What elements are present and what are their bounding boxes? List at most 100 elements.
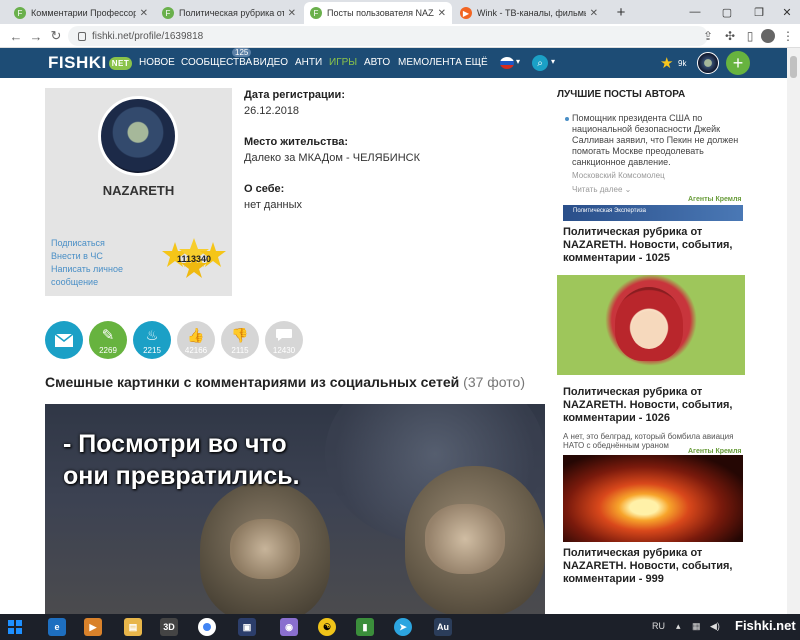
tray-arrow-icon[interactable]: ▴	[676, 621, 681, 632]
nav-item-communities[interactable]: СООБЩЕСТВА	[181, 57, 252, 68]
close-tab-icon[interactable]: ✕	[288, 8, 296, 19]
logo-net-badge: NET	[108, 57, 133, 71]
location-value: Далеко за МКАДом - ЧЕЛЯБИНСК	[244, 152, 420, 164]
forward-arrow-icon[interactable]: →	[26, 26, 46, 46]
document-app-icon[interactable]: ▮	[356, 618, 374, 636]
fishki-logo[interactable]: FISHKI NET	[48, 53, 133, 73]
star-icon[interactable]: ★	[660, 54, 673, 72]
close-tab-icon[interactable]: ✕	[438, 8, 446, 19]
sidebar-post-2-image[interactable]: Агенты Кремля	[557, 275, 745, 375]
close-window-icon[interactable]: ✕	[772, 0, 800, 24]
news-source[interactable]: Московский Комсомолец	[572, 171, 665, 180]
language-indicator[interactable]: RU	[652, 621, 665, 631]
scrollbar-thumb[interactable]	[790, 56, 797, 78]
reload-icon[interactable]: ↻	[46, 26, 66, 46]
communities-count-badge: 125	[232, 48, 252, 57]
add-post-plus-icon[interactable]: +	[726, 51, 750, 75]
write-message-link[interactable]: Написать личное	[51, 264, 123, 274]
read-more-link[interactable]: Читать далее ⌄	[572, 185, 631, 194]
volume-icon[interactable]: ◀)	[710, 621, 720, 632]
girl-face	[631, 311, 667, 349]
profile-card: NAZARETH Подписаться Внести в ЧС Написат…	[45, 88, 232, 296]
tab-title: Посты пользователя NAZARETH	[327, 8, 434, 18]
start-windows-icon[interactable]	[6, 618, 24, 636]
close-tab-icon[interactable]: ✕	[140, 8, 148, 19]
browser-tab-2[interactable]: F Политическая рубрика от NAZARETH ✕	[156, 2, 302, 24]
russia-flag-icon[interactable]	[500, 57, 514, 69]
sidebar-banner-image[interactable]: Политическая Экспертиза	[563, 205, 743, 221]
write-message-link-cont[interactable]: сообщение	[51, 277, 98, 287]
sidebar-post-2-title[interactable]: Политическая рубрика от NAZARETH. Новост…	[563, 386, 743, 425]
thumb-up-icon: 👍	[187, 326, 205, 343]
minimize-window-icon[interactable]: —	[680, 0, 710, 24]
maximize-window-icon[interactable]: ▢	[712, 0, 742, 24]
file-explorer-icon[interactable]: ▤	[124, 618, 142, 636]
monkey-left-face	[230, 519, 300, 579]
address-toolbar: ← → ↻ fishki.net/profile/1639818 ⇪ ✣ ▯ ⋮	[0, 24, 800, 48]
photo-count: (37 фото)	[463, 374, 525, 390]
user-rating: 9k	[678, 59, 687, 68]
restore-window-icon[interactable]: ❐	[744, 0, 774, 24]
chrome-icon[interactable]	[198, 618, 216, 636]
profile-avatar[interactable]	[98, 96, 178, 176]
internet-explorer-icon[interactable]: e	[48, 618, 66, 636]
windows-logo-icon	[8, 620, 22, 634]
location-label: Место жительства:	[244, 136, 348, 148]
user-avatar[interactable]	[697, 52, 719, 74]
chevron-down-icon[interactable]: ▾	[551, 57, 555, 66]
close-tab-icon[interactable]: ✕	[590, 8, 598, 19]
browser-tab-1[interactable]: F Комментарии Профессор Преображенский ✕	[8, 2, 154, 24]
extensions-puzzle-icon[interactable]: ✣	[720, 26, 740, 46]
chevron-down-icon[interactable]: ▾	[516, 57, 520, 66]
browser-tab-4[interactable]: ▶ Wink - ТВ-каналы, фильмы ✕	[454, 2, 604, 24]
sidebar-icon[interactable]: ▯	[740, 26, 760, 46]
fishki-favicon-icon: F	[162, 7, 174, 19]
audition-icon[interactable]: Au	[434, 618, 452, 636]
post-title[interactable]: Смешные картинки с комментариями из соци…	[45, 374, 525, 390]
nav-item-new[interactable]: НОВОЕ	[139, 57, 175, 68]
share-icon[interactable]: ⇪	[698, 26, 718, 46]
reg-date-label: Дата регистрации:	[244, 89, 345, 101]
sidebar-post-3-image[interactable]	[563, 455, 743, 542]
sidebar-post-1-title[interactable]: Политическая рубрика от NAZARETH. Новост…	[563, 226, 743, 265]
nav-item-more[interactable]: ЕЩЁ	[465, 57, 488, 68]
news-item[interactable]: Помощник президента США по национальной …	[565, 113, 742, 168]
message-button[interactable]	[45, 321, 83, 359]
nav-item-games[interactable]: ИГРЫ	[329, 57, 357, 68]
profile-username: NAZARETH	[102, 183, 175, 198]
sidebar-post-3-title[interactable]: Политическая рубрика от NAZARETH. Новост…	[563, 547, 743, 586]
nav-item-memolenta[interactable]: МЕМОЛЕНТА	[398, 57, 462, 68]
network-icon[interactable]: ▦	[692, 621, 701, 632]
post-image[interactable]: - Посмотри во что они превратились.	[45, 404, 545, 614]
fishki-watermark: Fishki.net	[735, 618, 796, 633]
browser-tab-3-active[interactable]: F Посты пользователя NAZARETH ✕	[304, 2, 452, 24]
image-viewer-icon[interactable]: ▣	[238, 618, 256, 636]
hot-count: 2215	[143, 346, 161, 355]
nav-item-auto[interactable]: АВТО	[364, 57, 390, 68]
new-tab-button[interactable]: +	[606, 0, 636, 24]
search-icon[interactable]: ⌕	[532, 55, 548, 71]
url-bar[interactable]: fishki.net/profile/1639818	[68, 26, 708, 46]
comments-count: 12430	[272, 346, 296, 355]
about-label: О себе:	[244, 183, 285, 195]
telegram-icon[interactable]: ➤	[394, 618, 412, 636]
profile-avatar-icon[interactable]	[758, 26, 778, 46]
pencil-icon: ✎	[101, 327, 115, 344]
monkey-right-face	[425, 504, 505, 574]
yin-yang-app-icon[interactable]: ☯	[318, 618, 336, 636]
fishki-favicon-icon: F	[310, 7, 322, 19]
fishki-favicon-icon: F	[14, 7, 26, 19]
media-app-icon[interactable]: ◉	[280, 618, 298, 636]
meme-text-line-2: они превратились.	[63, 462, 300, 490]
page-scrollbar[interactable]	[787, 48, 800, 614]
nav-item-anti[interactable]: АНТИ	[295, 57, 322, 68]
meme-text-line-1: - Посмотри во что	[63, 430, 287, 458]
menu-kebab-icon[interactable]: ⋮	[778, 26, 798, 46]
blacklist-link[interactable]: Внести в ЧС	[51, 251, 103, 261]
3d-app-icon[interactable]: 3D	[160, 618, 178, 636]
media-player-icon[interactable]: ▶	[84, 618, 102, 636]
nav-item-video[interactable]: ВИДЕО	[253, 57, 288, 68]
back-arrow-icon[interactable]: ←	[6, 26, 26, 46]
subscribe-link[interactable]: Подписаться	[51, 238, 105, 248]
post-title-text: Смешные картинки с комментариями из соци…	[45, 374, 460, 390]
